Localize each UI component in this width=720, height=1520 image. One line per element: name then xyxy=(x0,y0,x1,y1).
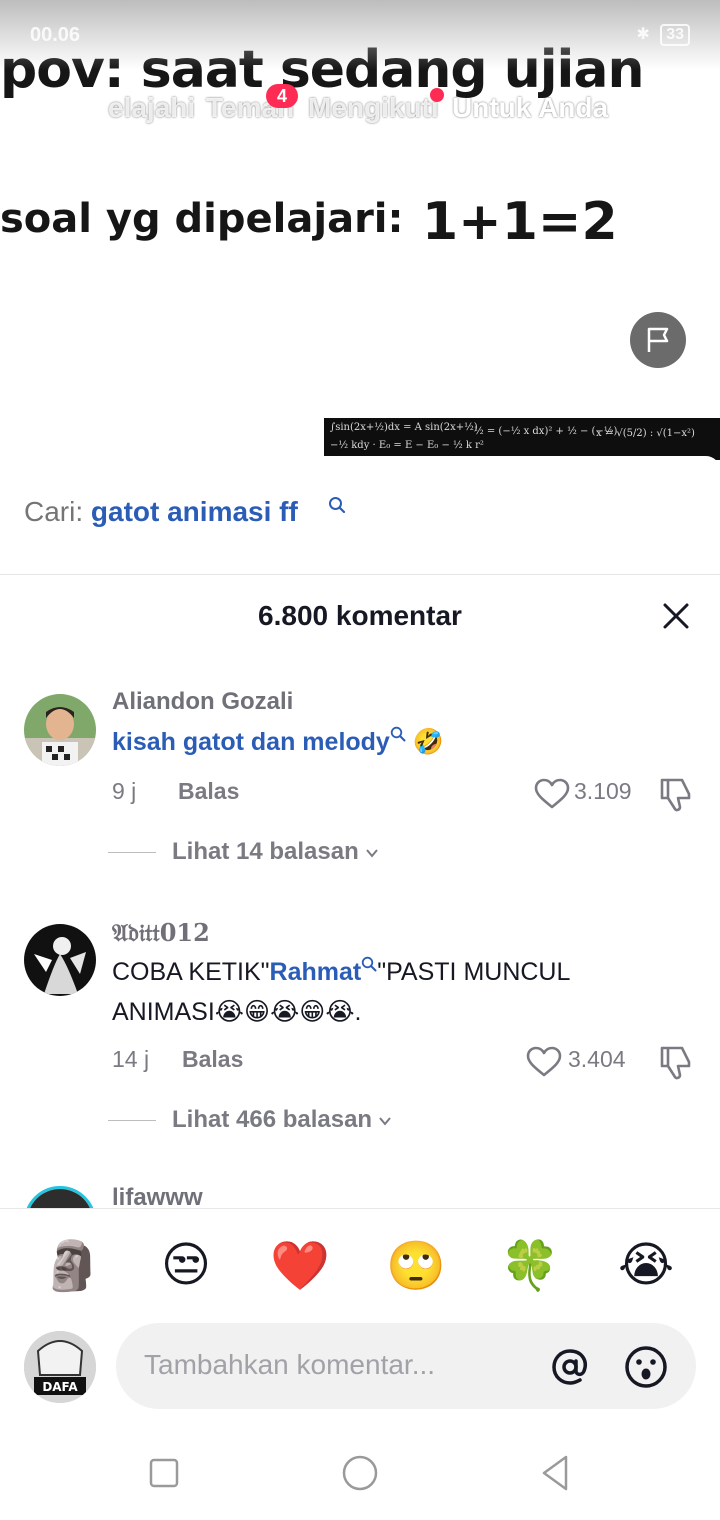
replies-divider xyxy=(108,1120,156,1121)
formula-image: ∫sin(2x+½)dx = A sin(2x+½) −½ kdy · E₀ =… xyxy=(324,418,720,460)
following-notification-dot xyxy=(430,88,444,102)
comment-text-line2: ANIMASI😭😁😭😁😭. xyxy=(112,998,362,1026)
emoji-clover[interactable]: 🍀 xyxy=(498,1233,562,1297)
dislike-icon[interactable] xyxy=(656,774,696,814)
comment-emoji: 🤣 xyxy=(412,728,444,756)
my-avatar: DAFA xyxy=(24,1331,96,1403)
status-icons: ✱ 33 xyxy=(636,24,690,46)
comment-input-placeholder: Tambahkan komentar... xyxy=(144,1349,436,1380)
view-replies-button[interactable]: Lihat 466 balasan xyxy=(172,1106,392,1134)
divider xyxy=(0,574,720,575)
recents-icon[interactable] xyxy=(144,1453,184,1493)
home-icon[interactable] xyxy=(340,1453,380,1493)
avatar-text: DAFA xyxy=(42,1380,78,1394)
comment-time: 14 j xyxy=(112,1046,150,1072)
like-count: 3.404 xyxy=(568,1046,626,1072)
back-icon[interactable] xyxy=(536,1453,576,1493)
battery-icon: 33 xyxy=(660,24,690,46)
comment-username[interactable]: 𝔄𝔡𝔦𝔱𝔱012 xyxy=(112,918,210,947)
avatar-image xyxy=(24,694,96,766)
close-icon[interactable] xyxy=(656,596,696,636)
like-count: 3.109 xyxy=(574,778,632,804)
friends-notification-badge: 4 xyxy=(266,84,298,108)
comment-count-title: 6.800 komentar xyxy=(258,600,462,631)
video-caption-line2: soal yg dipelajari: xyxy=(0,196,404,242)
search-icon xyxy=(390,726,406,742)
live-label: LIVE xyxy=(40,109,71,125)
dislike-icon[interactable] xyxy=(656,1042,696,1082)
replies-divider xyxy=(108,852,156,853)
emoji-picker-icon[interactable] xyxy=(622,1343,670,1391)
avatar-image xyxy=(24,924,96,996)
comment-compose-panel: 🗿 😒 ❤️ 🙄 🍀 😭 DAFA Tambahkan komentar... xyxy=(0,1208,720,1520)
comment-text-part: COBA KETIK" xyxy=(112,958,270,986)
status-time: 00.06 xyxy=(30,24,81,46)
status-bar: 00.06 ✱ 33 xyxy=(0,0,720,70)
flag-icon xyxy=(647,327,669,352)
heart-icon[interactable] xyxy=(534,778,570,810)
comment-text: kisah gatot dan melody 🤣 xyxy=(112,722,632,762)
comment-username[interactable]: Aliandon Gozali xyxy=(112,688,293,716)
view-replies-label: Lihat 466 balasan xyxy=(172,1106,373,1133)
emoji-unamused[interactable]: 😒 xyxy=(154,1233,218,1297)
search-suggestion-term[interactable]: gatot animasi ff xyxy=(91,496,298,527)
search-icon xyxy=(329,497,346,514)
emoji-moai[interactable]: 🗿 xyxy=(40,1233,104,1297)
search-icon xyxy=(362,956,377,972)
view-replies-button[interactable]: Lihat 14 balasan xyxy=(172,838,379,866)
tab-following[interactable]: Mengikuti xyxy=(308,92,439,124)
comment-time: 9 j xyxy=(112,778,137,804)
comment-text-part: "PASTI MUNCUL xyxy=(377,958,571,986)
comment-search-link[interactable]: Rahmat xyxy=(270,958,362,986)
tab-for-you[interactable]: Untuk Anda xyxy=(452,92,608,124)
reply-button[interactable]: Balas xyxy=(178,778,239,805)
avatar-image: DAFA xyxy=(24,1331,96,1403)
heart-icon[interactable] xyxy=(526,1046,562,1078)
tab-explore[interactable]: elajahi xyxy=(108,92,195,124)
avatar[interactable] xyxy=(24,924,96,996)
reply-button[interactable]: Balas xyxy=(182,1046,243,1073)
emoji-heart[interactable]: ❤️ xyxy=(268,1233,332,1297)
bluetooth-icon: ✱ xyxy=(636,26,650,43)
search-suggestion[interactable]: Cari: gatot animasi ff xyxy=(24,496,298,528)
live-icon[interactable]: LIVE xyxy=(32,92,80,132)
mention-icon[interactable] xyxy=(546,1343,594,1391)
video-equation: 1+1=2 xyxy=(422,192,618,252)
emoji-crying[interactable]: 😭 xyxy=(614,1233,678,1297)
emoji-eye-roll[interactable]: 🙄 xyxy=(384,1233,448,1297)
comment-search-link[interactable]: kisah gatot dan melody xyxy=(112,728,390,756)
search-icon[interactable] xyxy=(638,90,690,140)
comment-input[interactable]: Tambahkan komentar... xyxy=(116,1323,696,1409)
avatar[interactable] xyxy=(24,694,96,766)
chevron-down-icon xyxy=(365,849,378,858)
video-player[interactable]: pov: saat sedang ujian soal yg dipelajar… xyxy=(0,0,720,460)
report-flag-button[interactable] xyxy=(630,312,686,368)
comment-text: COBA KETIK"Rahmat "PASTI MUNCUL ANIMASI😭😁… xyxy=(112,952,632,1032)
view-replies-label: Lihat 14 balasan xyxy=(172,838,359,865)
chevron-down-icon xyxy=(379,1117,391,1126)
search-suggestion-prefix: Cari: xyxy=(24,496,84,527)
system-navigation-bar xyxy=(0,1439,720,1520)
